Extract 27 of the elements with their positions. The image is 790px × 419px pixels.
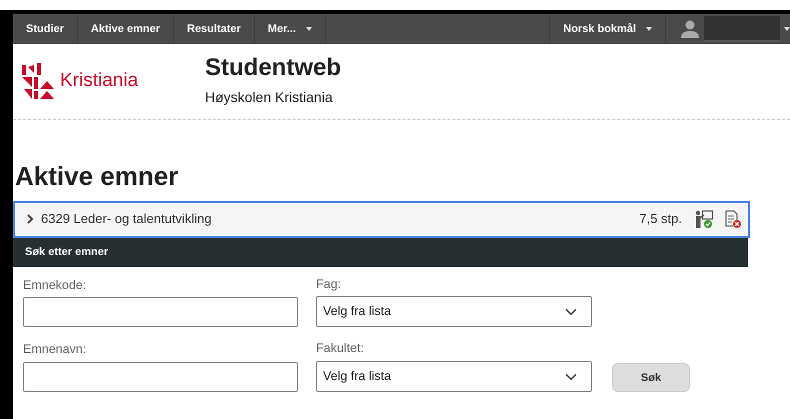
nav-link-item[interactable]: Aktive emner bbox=[78, 14, 174, 44]
site-title: Studentweb bbox=[205, 54, 341, 82]
search-button[interactable]: Søk bbox=[612, 363, 690, 392]
select-field[interactable]: Velg fra lista bbox=[316, 296, 592, 328]
user-menu[interactable] bbox=[665, 14, 790, 44]
site-subtitle: Høyskolen Kristiania bbox=[205, 88, 334, 108]
panel-header: Søk etter emner bbox=[13, 238, 748, 267]
nav-link-item[interactable]: Mer... bbox=[254, 14, 326, 44]
course-row[interactable]: 6329 Leder- og talentutvikling 7,5 stp. bbox=[13, 200, 750, 238]
select-field[interactable]: Velg fra lista bbox=[316, 361, 592, 392]
document-remove-icon[interactable] bbox=[724, 209, 742, 230]
user-icon bbox=[680, 20, 700, 38]
logo-text: Kristiania bbox=[60, 69, 138, 94]
nav-link-item[interactable]: Studier bbox=[13, 14, 78, 44]
field-label: Fakultet: bbox=[316, 340, 365, 358]
course-name: 6329 Leder- og talentutvikling bbox=[41, 210, 212, 228]
language-menu[interactable]: Norsk bokmål bbox=[549, 14, 665, 44]
field-label: Fag: bbox=[316, 276, 342, 293]
logo-icon bbox=[20, 62, 56, 100]
field-label: Emnekode: bbox=[23, 276, 88, 294]
input-field[interactable] bbox=[23, 362, 298, 392]
course-credits: 7,5 stp. bbox=[639, 210, 682, 228]
nav-link-item[interactable]: Resultater bbox=[174, 14, 255, 44]
input-field[interactable] bbox=[23, 297, 298, 328]
page-title: Aktive emner bbox=[15, 162, 180, 191]
field-label: Emnenavn: bbox=[23, 341, 88, 358]
teacher-board-check-icon[interactable] bbox=[694, 209, 714, 230]
